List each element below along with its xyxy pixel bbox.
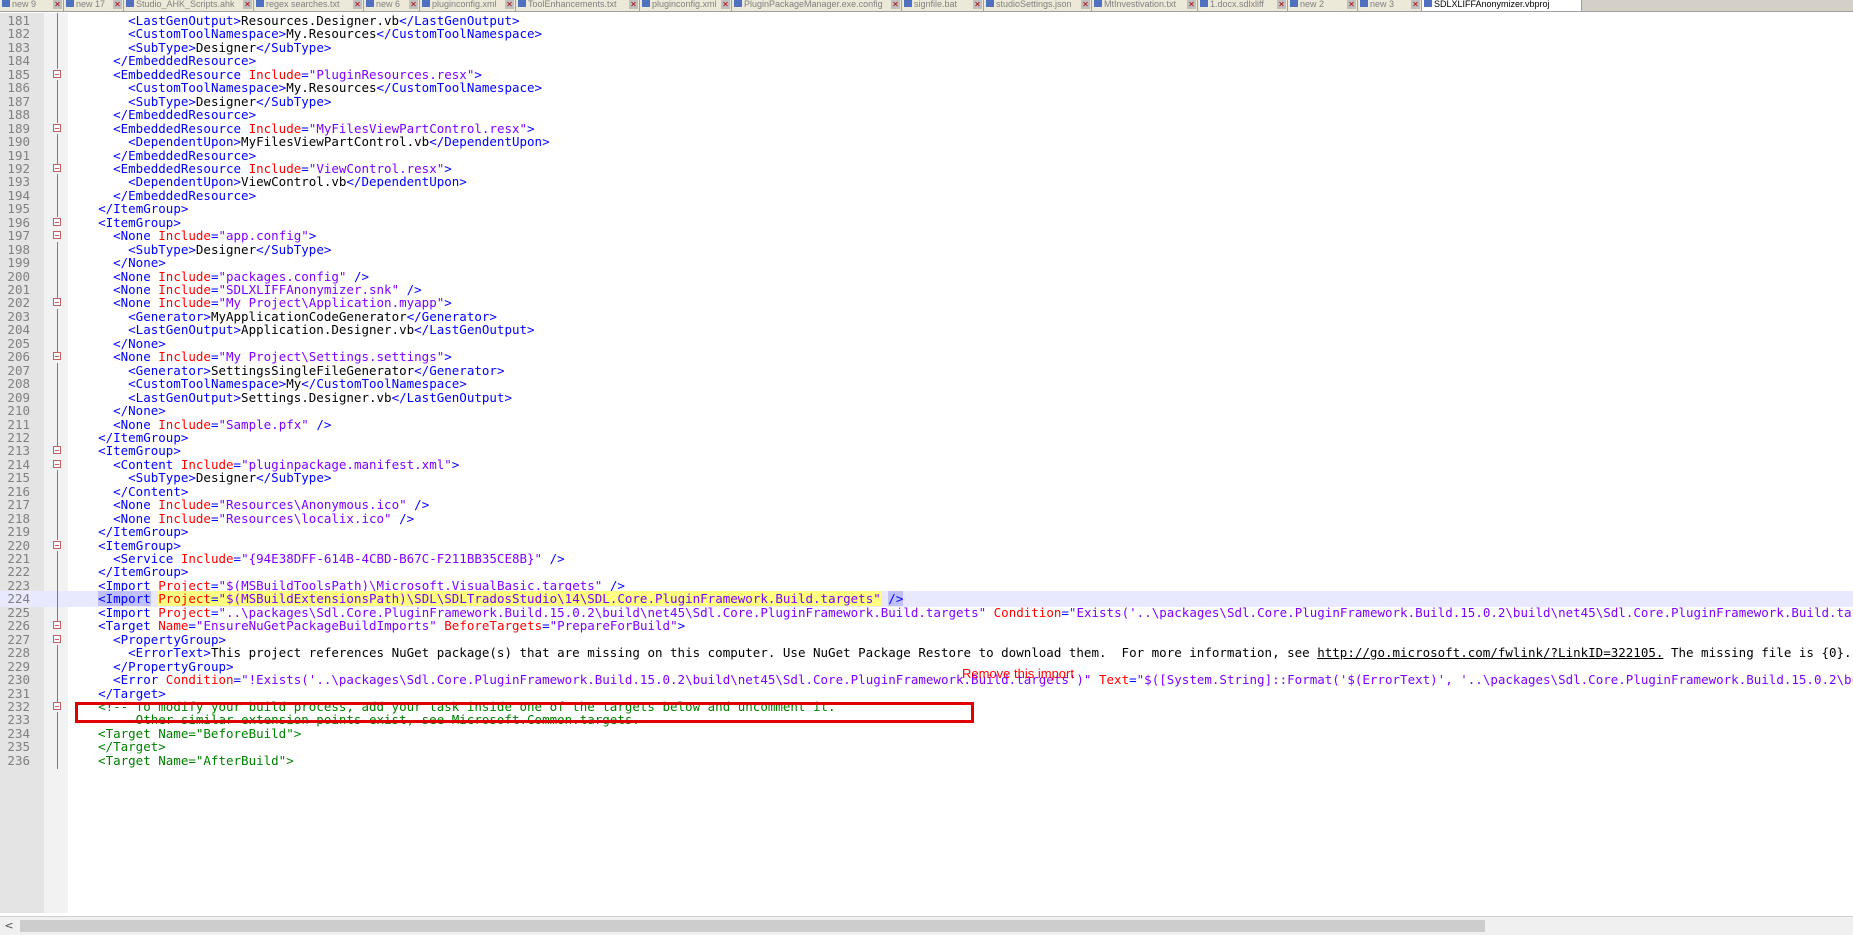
document-tab[interactable]: pluginconfig.xml ✕ <box>640 0 732 11</box>
horizontal-scrollbar[interactable]: < <box>0 916 1853 935</box>
file-icon <box>1200 0 1208 7</box>
close-tab-icon[interactable]: ✕ <box>1081 0 1090 9</box>
code-token: <Target Name="AfterBuild"> <box>83 752 294 768</box>
document-tab[interactable]: MtInvestivation.txt ✕ <box>1092 0 1198 11</box>
file-icon <box>518 0 526 7</box>
fold-toggle-icon[interactable] <box>53 163 61 172</box>
fold-toggle-icon[interactable] <box>53 459 61 468</box>
line-number: 236 <box>7 752 30 768</box>
file-icon <box>1290 0 1298 7</box>
tab-label: new 17 <box>76 0 106 9</box>
file-icon <box>734 0 742 7</box>
tab-label: new 9 <box>12 0 37 9</box>
file-icon <box>1424 0 1432 7</box>
file-icon <box>1360 0 1368 7</box>
file-icon <box>126 0 134 7</box>
close-tab-icon[interactable]: ✕ <box>1187 0 1196 9</box>
close-tab-icon[interactable]: ✕ <box>113 0 122 9</box>
tab-label: new 6 <box>376 0 401 9</box>
tab-label: SDLXLIFFAnonymizer.vbproj <box>1434 0 1550 9</box>
file-icon <box>1094 0 1102 7</box>
document-tab[interactable]: ToolEnhancements.txt ✕ <box>516 0 640 11</box>
fold-toggle-icon[interactable] <box>53 540 61 549</box>
code-line[interactable]: 236 <Target Name="AfterBuild"> <box>0 752 1853 769</box>
close-tab-icon[interactable]: ✕ <box>243 0 252 9</box>
fold-toggle-icon[interactable] <box>53 634 61 643</box>
file-icon <box>2 0 10 7</box>
fold-toggle-icon[interactable] <box>53 231 61 240</box>
close-tab-icon[interactable]: ✕ <box>973 0 982 9</box>
tab-label: Studio_AHK_Scripts.ahk <box>136 0 235 9</box>
document-tab[interactable]: new 17 ✕ <box>64 0 124 11</box>
tab-label: regex searches.txt <box>266 0 340 9</box>
tab-label: 1.docx.sdlxliff <box>1210 0 1264 9</box>
file-icon <box>904 0 912 7</box>
close-tab-icon[interactable]: ✕ <box>891 0 900 9</box>
annotation-highlight-box <box>75 702 974 723</box>
code-text: <Target Name="AfterBuild"> <box>83 753 294 769</box>
document-tab[interactable]: new 6 ✕ <box>364 0 420 11</box>
fold-toggle-icon[interactable] <box>53 298 61 307</box>
document-tab[interactable]: new 3 ✕ <box>1358 0 1422 11</box>
scrollbar-thumb[interactable] <box>20 920 1485 932</box>
file-icon <box>366 0 374 7</box>
tab-label: new 2 <box>1300 0 1325 9</box>
fold-toggle-icon[interactable] <box>53 123 61 132</box>
scroll-left-arrow-icon[interactable]: < <box>2 918 16 934</box>
close-tab-icon[interactable]: ✕ <box>353 0 362 9</box>
document-tab[interactable]: new 9 ✕ <box>0 0 64 11</box>
document-tab[interactable]: studioSettings.json ✕ <box>984 0 1092 11</box>
annotation-label: Remove this import <box>962 666 1074 681</box>
fold-toggle-icon[interactable] <box>53 217 61 226</box>
fold-toggle-icon[interactable] <box>53 621 61 630</box>
code-editor[interactable]: 181 <LastGenOutput>Resources.Designer.vb… <box>0 13 1853 913</box>
tab-label: new 3 <box>1370 0 1395 9</box>
document-tab[interactable]: Studio_AHK_Scripts.ahk ✕ <box>124 0 254 11</box>
close-tab-icon[interactable]: ✕ <box>1347 0 1356 9</box>
document-tab[interactable]: pluginconfig.xml ✕ <box>420 0 516 11</box>
tab-label: studioSettings.json <box>996 0 1072 9</box>
document-tab[interactable]: 1.docx.sdlxliff ✕ <box>1198 0 1288 11</box>
close-tab-icon[interactable]: ✕ <box>629 0 638 9</box>
fold-toggle-icon[interactable] <box>53 352 61 361</box>
file-icon <box>66 0 74 7</box>
document-tab[interactable]: PluginPackageManager.exe.config ✕ <box>732 0 902 11</box>
close-tab-icon[interactable]: ✕ <box>505 0 514 9</box>
fold-toggle-icon[interactable] <box>53 701 61 710</box>
document-tab[interactable]: signfile.bat ✕ <box>902 0 984 11</box>
tab-label: pluginconfig.xml <box>652 0 717 9</box>
close-tab-icon[interactable]: ✕ <box>721 0 730 9</box>
close-tab-icon[interactable]: ✕ <box>1277 0 1286 9</box>
tab-label: ToolEnhancements.txt <box>528 0 617 9</box>
document-tab-bar: new 9 ✕ new 17 ✕ Studio_AHK_Scripts.ahk ✕ rege… <box>0 0 1853 12</box>
tab-label: PluginPackageManager.exe.config <box>744 0 883 9</box>
file-icon <box>422 0 430 7</box>
file-icon <box>642 0 650 7</box>
file-icon <box>986 0 994 7</box>
fold-toggle-icon[interactable] <box>53 446 61 455</box>
tab-label: signfile.bat <box>914 0 958 9</box>
fold-toggle-icon[interactable] <box>53 69 61 78</box>
close-tab-icon[interactable]: ✕ <box>409 0 418 9</box>
tab-label: pluginconfig.xml <box>432 0 497 9</box>
document-tab[interactable]: regex searches.txt ✕ <box>254 0 364 11</box>
close-tab-icon[interactable]: ✕ <box>53 0 62 9</box>
file-icon <box>256 0 264 7</box>
fold-guide-line <box>57 752 58 769</box>
close-tab-icon[interactable]: ✕ <box>1411 0 1420 9</box>
document-tab[interactable]: new 2 ✕ <box>1288 0 1358 11</box>
document-tab[interactable]: SDLXLIFFAnonymizer.vbproj <box>1422 0 1582 11</box>
tab-label: MtInvestivation.txt <box>1104 0 1177 9</box>
